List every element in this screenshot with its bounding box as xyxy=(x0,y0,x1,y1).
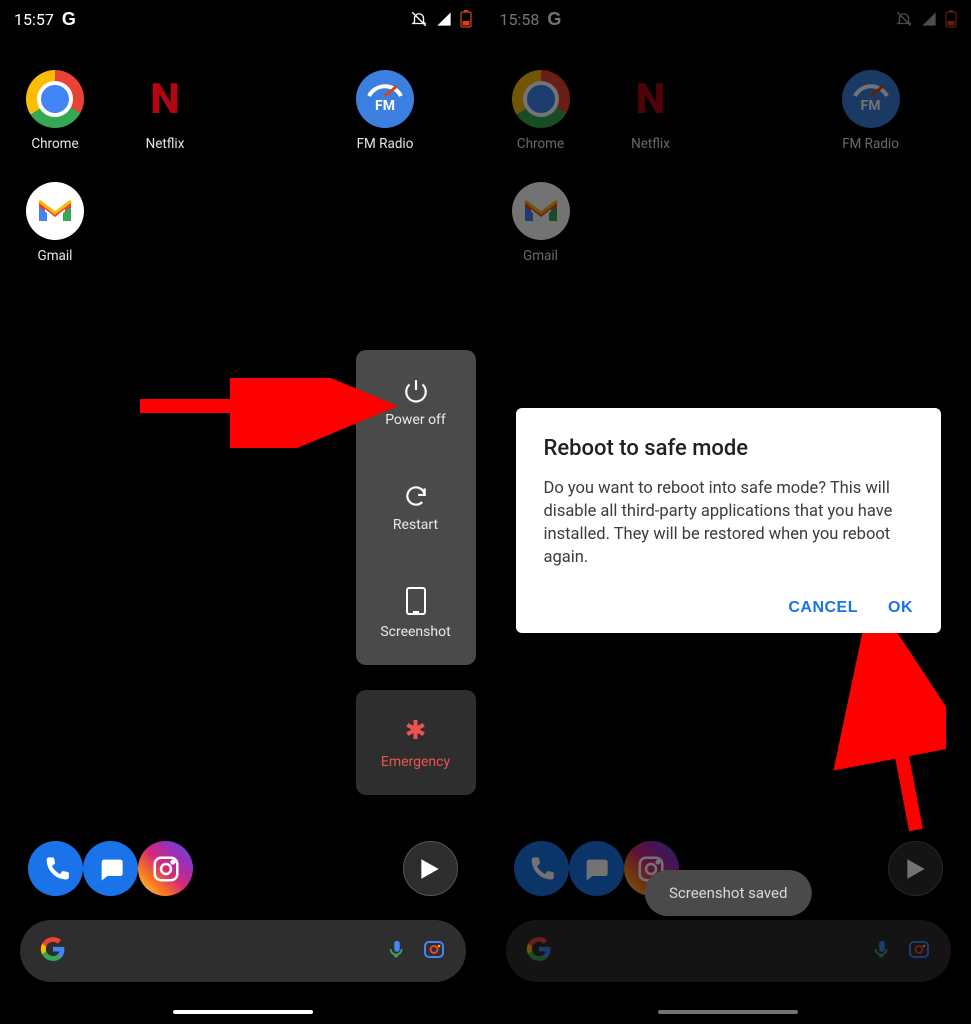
messages-icon[interactable] xyxy=(569,841,624,896)
app-label: Chrome xyxy=(517,136,564,152)
chrome-icon xyxy=(512,70,570,128)
emergency-item[interactable]: ✱ Emergency xyxy=(356,690,476,795)
instagram-icon[interactable] xyxy=(138,841,193,896)
dnd-icon xyxy=(895,10,913,28)
app-netflix[interactable]: N Netflix xyxy=(606,70,696,152)
status-bar: 15:57 G xyxy=(0,0,486,34)
power-icon xyxy=(403,378,429,404)
gmail-icon xyxy=(26,182,84,240)
screenshot-item[interactable]: Screenshot xyxy=(356,560,476,665)
screen-left: 15:57 G Chrome N Netflix xyxy=(0,0,486,1024)
ok-button[interactable]: OK xyxy=(888,599,913,617)
status-bar: 15:58 G xyxy=(486,0,971,34)
emergency-label: Emergency xyxy=(381,754,450,770)
google-search-bar[interactable] xyxy=(506,920,952,982)
emergency-icon: ✱ xyxy=(405,716,427,746)
cancel-button[interactable]: CANCEL xyxy=(788,599,858,617)
google-search-bar[interactable] xyxy=(20,920,466,982)
dock xyxy=(0,841,486,896)
dialog-body: Do you want to reboot into safe mode? Th… xyxy=(544,477,914,569)
safe-mode-dialog: Reboot to safe mode Do you want to reboo… xyxy=(516,408,942,633)
google-g-icon xyxy=(526,936,552,966)
chrome-icon xyxy=(26,70,84,128)
app-chrome[interactable]: Chrome xyxy=(10,70,100,152)
app-netflix[interactable]: N Netflix xyxy=(120,70,210,152)
mic-icon[interactable] xyxy=(386,938,408,964)
power-menu: Power off Restart Screenshot xyxy=(356,350,476,665)
screen-right: 15:58 G Chrome N Netflix xyxy=(486,0,971,1024)
status-time: 15:58 xyxy=(500,10,540,29)
play-store-icon[interactable] xyxy=(888,841,943,896)
lens-icon[interactable] xyxy=(907,937,931,965)
app-fmradio[interactable]: FM FM Radio xyxy=(340,70,430,152)
restart-icon xyxy=(403,483,429,509)
app-label: Netflix xyxy=(146,136,185,152)
home-indicator[interactable] xyxy=(173,1010,313,1014)
app-label: Netflix xyxy=(631,136,670,152)
screenshot-label: Screenshot xyxy=(380,624,450,640)
fmradio-icon: FM xyxy=(356,70,414,128)
app-chrome[interactable]: Chrome xyxy=(496,70,586,152)
status-time: 15:57 xyxy=(14,10,54,29)
dnd-icon xyxy=(410,10,428,28)
app-grid: Chrome N Netflix FM FM Radio Gmail xyxy=(486,34,971,264)
signal-icon xyxy=(921,11,937,27)
screenshot-icon xyxy=(405,586,427,616)
battery-icon xyxy=(460,10,472,28)
app-gmail[interactable]: Gmail xyxy=(496,182,586,264)
power-off-label: Power off xyxy=(385,412,446,428)
dialog-title: Reboot to safe mode xyxy=(544,436,914,461)
restart-item[interactable]: Restart xyxy=(356,455,476,560)
app-label: Gmail xyxy=(523,248,558,264)
screenshot-saved-toast: Screenshot saved xyxy=(645,870,811,916)
mic-icon[interactable] xyxy=(871,938,893,964)
restart-label: Restart xyxy=(393,517,438,533)
app-grid: Chrome N Netflix FM FM Radio Gmail xyxy=(0,34,486,264)
gmail-icon xyxy=(512,182,570,240)
play-store-icon[interactable] xyxy=(403,841,458,896)
google-icon: G xyxy=(62,9,76,30)
app-gmail[interactable]: Gmail xyxy=(10,182,100,264)
messages-icon[interactable] xyxy=(83,841,138,896)
home-indicator[interactable] xyxy=(658,1010,798,1014)
power-off-item[interactable]: Power off xyxy=(356,350,476,455)
app-label: FM Radio xyxy=(842,136,899,152)
signal-icon xyxy=(436,11,452,27)
netflix-icon: N xyxy=(136,70,194,128)
app-label: Gmail xyxy=(38,248,73,264)
app-label: FM Radio xyxy=(357,136,414,152)
netflix-icon: N xyxy=(622,70,680,128)
app-fmradio[interactable]: FM FM Radio xyxy=(826,70,916,152)
google-icon: G xyxy=(547,9,561,30)
google-g-icon xyxy=(40,936,66,966)
phone-icon[interactable] xyxy=(28,841,83,896)
app-label: Chrome xyxy=(31,136,78,152)
lens-icon[interactable] xyxy=(422,937,446,965)
fmradio-icon: FM xyxy=(842,70,900,128)
phone-icon[interactable] xyxy=(514,841,569,896)
battery-icon xyxy=(945,10,957,28)
